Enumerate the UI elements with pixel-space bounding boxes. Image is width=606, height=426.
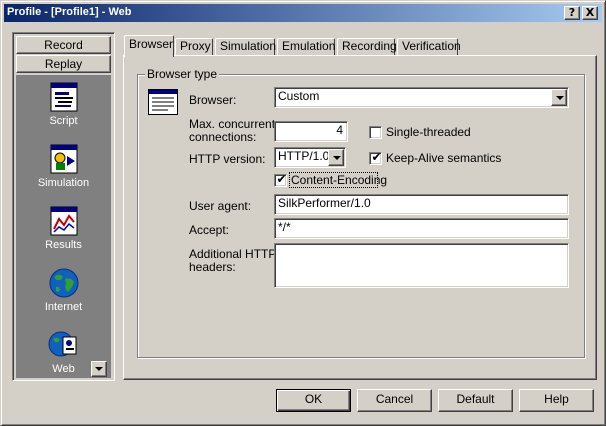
- tab-simulation[interactable]: Simulation: [215, 38, 276, 56]
- group-title: Browser type: [145, 67, 220, 81]
- single-threaded-label[interactable]: Single-threaded: [386, 125, 471, 139]
- close-icon[interactable]: X: [582, 6, 598, 20]
- simulation-icon: [48, 143, 80, 175]
- replay-button[interactable]: Replay: [16, 55, 111, 73]
- tab-recording[interactable]: Recording: [337, 38, 397, 56]
- tab-verification[interactable]: Verification: [397, 38, 461, 56]
- accept-label: Accept:: [189, 223, 230, 237]
- browser-select[interactable]: Custom: [274, 87, 569, 108]
- max-connections-label-2: connections:: [189, 130, 257, 144]
- cancel-button[interactable]: Cancel: [357, 389, 432, 412]
- keepalive-checkbox[interactable]: ✔: [369, 150, 382, 165]
- single-threaded-checkbox[interactable]: [369, 126, 382, 139]
- browser-type-group: Browser type Browser: Custom Max. concur…: [137, 67, 585, 358]
- nav-item-label: Simulation: [37, 177, 90, 189]
- help-icon[interactable]: ?: [564, 6, 580, 20]
- chevron-down-icon: [333, 156, 341, 160]
- tab-proxy[interactable]: Proxy: [175, 38, 213, 56]
- help-button[interactable]: Help: [519, 389, 594, 412]
- keepalive-label[interactable]: Keep-Alive semantics: [386, 151, 501, 165]
- browser-tab-panel: Browser type Browser: Custom Max. concur…: [123, 55, 597, 380]
- nav-item-label: Results: [45, 239, 82, 251]
- globe-icon: [48, 267, 80, 299]
- profile-dialog: Profile - [Profile1] - Web ? X Record Re…: [0, 0, 606, 426]
- accept-input[interactable]: */*: [274, 218, 569, 239]
- scroll-down-button[interactable]: [91, 361, 107, 377]
- tab-browser[interactable]: Browser: [124, 35, 174, 57]
- web-page-icon: [48, 329, 80, 361]
- left-navigation: Record Replay Script Simulation Results …: [12, 32, 115, 381]
- nav-item-simulation[interactable]: Simulation: [16, 143, 111, 189]
- nav-item-label: Internet: [44, 301, 83, 313]
- results-icon: [48, 205, 80, 237]
- http-version-value: HTTP/1.0: [278, 149, 330, 163]
- content-encoding-check-mark: ✔: [276, 172, 287, 186]
- content-encoding-checkbox[interactable]: ✔: [274, 172, 287, 187]
- title-bar[interactable]: Profile - [Profile1] - Web ? X: [4, 4, 602, 22]
- http-version-label: HTTP version:: [189, 152, 266, 166]
- keepalive-check-mark: ✔: [371, 150, 382, 164]
- ok-button[interactable]: OK: [276, 389, 351, 412]
- window-title: Profile - [Profile1] - Web: [7, 6, 132, 18]
- nav-item-label: Script: [49, 115, 78, 127]
- additional-headers-label: Additional HTTP: [189, 247, 277, 261]
- chevron-down-icon: [95, 367, 103, 371]
- browser-select-value: Custom: [278, 89, 320, 103]
- shortcut-bar: Script Simulation Results Internet Web: [16, 75, 111, 378]
- max-connections-label: Max. concurrent: [189, 117, 276, 131]
- nav-item-results[interactable]: Results: [16, 205, 111, 251]
- additional-headers-textarea[interactable]: [274, 243, 569, 288]
- chevron-down-icon: [556, 96, 564, 100]
- nav-item-script[interactable]: Script: [16, 81, 111, 127]
- user-agent-label: User agent:: [189, 199, 252, 213]
- additional-headers-label-2: headers:: [189, 260, 236, 274]
- script-icon: [48, 81, 80, 113]
- default-button[interactable]: Default: [438, 389, 513, 412]
- http-version-dropdown-button[interactable]: [328, 149, 344, 166]
- content-encoding-label[interactable]: Content-Encoding: [291, 173, 387, 187]
- http-version-select[interactable]: HTTP/1.0: [274, 147, 346, 168]
- browser-label: Browser:: [189, 93, 237, 107]
- nav-item-internet[interactable]: Internet: [16, 267, 111, 313]
- user-agent-input[interactable]: SilkPerformer/1.0: [274, 194, 569, 215]
- browser-dropdown-button[interactable]: [551, 89, 567, 106]
- record-button[interactable]: Record: [16, 36, 111, 54]
- browser-window-icon: [148, 89, 178, 115]
- max-connections-input[interactable]: 4: [274, 121, 348, 142]
- tab-emulation[interactable]: Emulation: [277, 38, 335, 56]
